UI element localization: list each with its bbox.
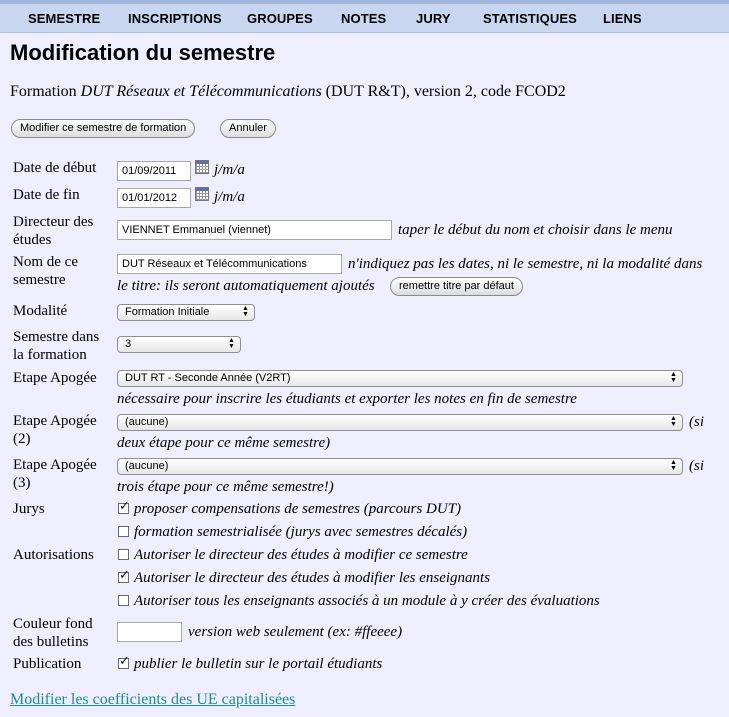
- cancel-button[interactable]: Annuler: [220, 119, 276, 138]
- etape2-hint-1: (si: [689, 414, 704, 430]
- etape3-label-1: Etape Apogée: [13, 457, 97, 473]
- publication-label: Publication: [13, 656, 82, 672]
- nom-label-1: Nom de ce: [13, 254, 78, 270]
- page-title: Modification du semestre: [10, 40, 276, 65]
- select-arrows-icon: ▲ ▼: [228, 337, 235, 350]
- menu-jury[interactable]: JURY: [416, 11, 451, 26]
- etape1-label: Etape Apogée: [13, 370, 97, 386]
- etape1-select[interactable]: DUT RT - Seconde Année (V2RT) ▲ ▼: [117, 370, 683, 387]
- menu-notes[interactable]: NOTES: [341, 11, 386, 26]
- etape3-value: (aucune): [125, 460, 169, 472]
- semestre-label-1: Semestre dans: [13, 329, 100, 345]
- directeur-input[interactable]: VIENNET Emmanuel (viennet): [117, 220, 392, 240]
- nom-input[interactable]: DUT Réseaux et Télécommunications: [117, 254, 342, 274]
- semestre-label-2: la formation: [13, 347, 87, 363]
- auth-modify-teachers-label: Autoriser le directeur des études à modi…: [134, 570, 491, 586]
- modify-ue-coefficients-link[interactable]: Modifier les coefficients des UE capital…: [10, 691, 295, 709]
- etape3-hint-1: (si: [689, 458, 704, 474]
- directeur-label-1: Directeur des: [13, 214, 94, 230]
- formation-prefix: Formation: [10, 83, 81, 100]
- date-fin-input[interactable]: 01/01/2012: [117, 188, 191, 208]
- modalite-label: Modalité: [13, 303, 68, 319]
- etape1-hint: nécessaire pour inscrire les étudiants e…: [117, 391, 577, 407]
- main-menu-bar: SEMESTRE INSCRIPTIONS GROUPES NOTES JURY…: [0, 4, 729, 33]
- formation-suffix: (DUT R&T), version 2, code FCOD2: [321, 83, 566, 100]
- autorisations-label: Autorisations: [13, 547, 94, 563]
- calendar-icon[interactable]: [195, 187, 209, 201]
- directeur-label-2: études: [13, 232, 52, 248]
- auth-modify-semester-label: Autoriser le directeur des études à modi…: [134, 547, 468, 563]
- nom-label-2: semestre: [13, 272, 66, 288]
- directeur-hint: taper le début du nom et choisir dans le…: [398, 222, 673, 238]
- jurys-compensation-label: proposer compensations de semestres (par…: [134, 501, 462, 517]
- formation-info: Formation DUT Réseaux et Télécommunicati…: [10, 83, 566, 101]
- select-arrows-icon: ▲ ▼: [670, 459, 677, 472]
- formation-name: DUT Réseaux et Télécommunications: [80, 83, 322, 100]
- publication-checkbox-label: publier le bulletin sur le portail étudi…: [134, 656, 383, 672]
- menu-semestre[interactable]: SEMESTRE: [28, 11, 100, 26]
- couleur-input[interactable]: [117, 622, 182, 642]
- jurys-label: Jurys: [13, 501, 45, 517]
- etape2-value: (aucune): [125, 416, 169, 428]
- modify-semester-button[interactable]: Modifier ce semestre de formation: [11, 119, 196, 138]
- date-debut-hint: j/m/a: [214, 162, 245, 178]
- etape2-label-2: (2): [13, 431, 31, 447]
- date-debut-input[interactable]: 01/09/2011: [117, 161, 191, 181]
- semestre-value: 3: [125, 338, 132, 350]
- couleur-hint: version web seulement (ex: #ffeeee): [188, 624, 403, 640]
- select-arrows-icon: ▲ ▼: [670, 415, 677, 428]
- menu-liens[interactable]: LIENS: [603, 11, 642, 26]
- date-debut-label: Date de début: [13, 160, 97, 176]
- etape2-hint-2: deux étape pour ce même semestre): [117, 435, 331, 451]
- date-fin-hint: j/m/a: [214, 189, 245, 205]
- auth-create-evals-label: Autoriser tous les enseignants associés …: [134, 593, 600, 609]
- etape3-select[interactable]: (aucune) ▲ ▼: [117, 458, 683, 475]
- menu-statistiques[interactable]: STATISTIQUES: [483, 11, 577, 26]
- jurys-compensation-checkbox[interactable]: [118, 499, 130, 514]
- etape2-label-1: Etape Apogée: [13, 413, 97, 429]
- etape2-select[interactable]: (aucune) ▲ ▼: [117, 414, 683, 431]
- nom-hint-1: n'indiquez pas les dates, ni le semestre…: [348, 256, 703, 272]
- jurys-semestrialisee-label: formation semestrialisée (jurys avec sem…: [134, 524, 468, 540]
- semestre-select[interactable]: 3 ▲ ▼: [117, 336, 241, 353]
- auth-modify-semester-checkbox[interactable]: [118, 549, 129, 560]
- publication-checkbox[interactable]: [118, 654, 130, 669]
- calendar-icon[interactable]: [195, 160, 209, 174]
- couleur-label-1: Couleur fond: [13, 616, 93, 632]
- select-arrows-icon: ▲ ▼: [670, 371, 677, 384]
- date-fin-label: Date de fin: [13, 187, 80, 203]
- auth-create-evals-checkbox[interactable]: [118, 595, 129, 606]
- etape3-hint-2: trois étape pour ce même semestre!): [117, 479, 334, 495]
- reset-title-button[interactable]: remettre titre par défaut: [390, 277, 523, 296]
- modalite-value: Formation Initiale: [125, 306, 210, 318]
- select-arrows-icon: ▲ ▼: [242, 305, 249, 318]
- nom-hint-2: le titre: ils seront automatiquement ajo…: [117, 278, 375, 294]
- auth-modify-teachers-checkbox[interactable]: [118, 568, 130, 583]
- etape3-label-2: (3): [13, 475, 31, 491]
- modalite-select[interactable]: Formation Initiale ▲ ▼: [117, 304, 255, 321]
- etape1-value: DUT RT - Seconde Année (V2RT): [125, 372, 291, 384]
- menu-inscriptions[interactable]: INSCRIPTIONS: [128, 11, 222, 26]
- jurys-semestrialisee-checkbox[interactable]: [118, 526, 129, 537]
- menu-groupes[interactable]: GROUPES: [247, 11, 313, 26]
- couleur-label-2: des bulletins: [13, 634, 89, 650]
